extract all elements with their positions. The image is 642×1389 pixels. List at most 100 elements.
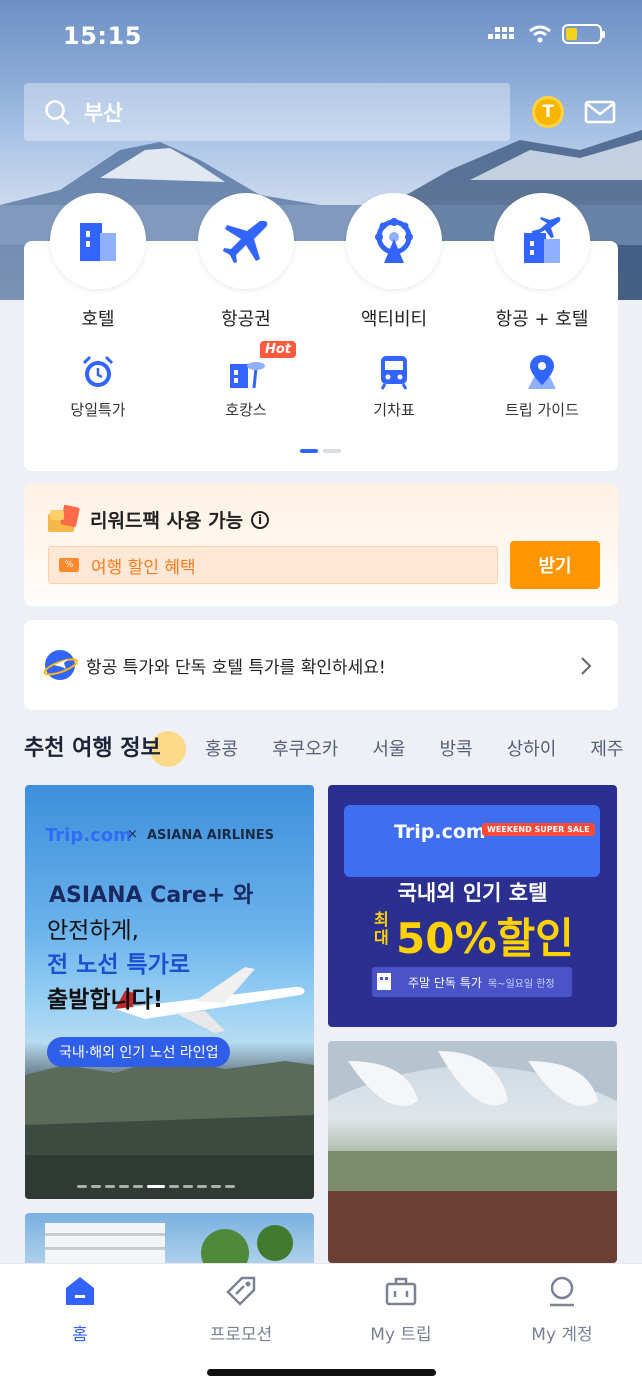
city-tab-seoul[interactable]: 서울	[372, 735, 405, 761]
service-trip-guide[interactable]: 트립 가이드	[472, 353, 612, 420]
asiana-line-3: 전 노선 특가로	[47, 952, 190, 978]
pager-dot	[169, 1185, 179, 1188]
services-card: 호텔 항공권 액티비티 항공 + 호텔 당일특가 Hot 호캉스 기차표 트립 …	[24, 193, 618, 471]
hotel-sale-sub: 주말 단독 특가 목~일요일 한정	[372, 967, 572, 997]
pager-dot	[225, 1185, 235, 1188]
city-tab-hongkong[interactable]: 홍콩	[205, 735, 238, 761]
service-activity[interactable]: 액티비티	[324, 193, 464, 331]
city-tab-bangkok[interactable]: 방콕	[440, 735, 473, 761]
ferris-wheel-icon	[375, 218, 413, 263]
trip-guide-icon-wrap	[472, 353, 612, 391]
tab-my-trip[interactable]: My 트립	[341, 1274, 461, 1345]
reward-benefit-field[interactable]: % 여행 할인 혜택	[48, 546, 498, 584]
alarm-clock-icon	[82, 355, 114, 387]
weekend-sale-badge: WEEKEND SUPER SALE	[482, 823, 595, 836]
dome-interior-image	[328, 1041, 617, 1263]
flight-hotel-icon	[524, 217, 561, 263]
hotel-sale-sub-small: 목~일요일 한정	[487, 978, 555, 990]
coupon-icon: %	[59, 558, 79, 572]
service-activity-circle	[346, 193, 442, 289]
tab-my-trip-icon-wrap	[341, 1274, 461, 1308]
home-icon	[66, 1277, 94, 1305]
page-dot-2	[323, 449, 341, 453]
home-indicator	[207, 1369, 436, 1376]
resort-icon	[230, 362, 265, 389]
city-tab-fukuoka[interactable]: 후쿠오카	[272, 735, 338, 761]
search-bar[interactable]: 부산	[24, 83, 510, 141]
reward-pack-card: 리워드팩 사용 가능 i % 여행 할인 혜택 받기	[24, 484, 618, 606]
service-flight-circle	[198, 193, 294, 289]
dome-attraction-card[interactable]	[328, 1041, 617, 1263]
tab-promotion-label: 프로모션	[209, 1325, 273, 1345]
asiana-line-1: ASIANA Care+ 와	[49, 883, 254, 908]
pager-dot	[211, 1185, 221, 1188]
tab-promotion[interactable]: 프로모션	[181, 1274, 301, 1345]
pager-dot	[133, 1185, 143, 1188]
service-train[interactable]: 기차표	[324, 353, 464, 420]
city-tab-shanghai[interactable]: 상하이	[507, 735, 557, 761]
tab-my-account-icon-wrap	[502, 1274, 622, 1308]
airplane-icon	[223, 221, 268, 263]
trip-coin-icon[interactable]: T	[532, 96, 564, 128]
hot-badge: Hot	[260, 341, 297, 358]
asiana-line-2: 안전하게,	[47, 918, 139, 944]
tab-promotion-icon-wrap	[181, 1274, 301, 1308]
service-train-label: 기차표	[373, 401, 415, 419]
tab-home[interactable]: 홈	[20, 1274, 140, 1345]
train-icon	[380, 356, 408, 390]
pager-dot	[183, 1185, 193, 1188]
banner-pager	[77, 1185, 235, 1188]
asiana-lineup-pill: 국내·해외 인기 노선 라인업	[47, 1037, 231, 1067]
chevron-right-icon	[581, 657, 592, 675]
mail-icon[interactable]	[584, 100, 616, 124]
service-flight[interactable]: 항공권	[176, 193, 316, 331]
service-daily-deal[interactable]: 당일특가	[28, 353, 168, 420]
tag-icon	[226, 1276, 256, 1306]
info-icon[interactable]: i	[251, 510, 270, 529]
user-icon	[550, 1276, 574, 1307]
building-icon	[377, 973, 391, 990]
tab-home-icon-wrap	[20, 1274, 140, 1308]
service-flight-hotel-label: 항공 + 호텔	[495, 309, 589, 330]
daily-deal-icon-wrap	[28, 353, 168, 391]
asiana-card-x: ×	[127, 827, 138, 842]
asiana-promo-card[interactable]: Trip.com × ASIANA AIRLINES ASIANA Care+ …	[25, 785, 314, 1199]
hotel-sale-max: 최대	[374, 910, 389, 947]
status-icons	[488, 24, 605, 44]
city-tab-jeju[interactable]: 제주	[590, 735, 623, 761]
promo-text: 항공 특가와 단독 호텔 특가를 확인하세요!	[86, 657, 386, 678]
tab-my-account[interactable]: My 계정	[502, 1274, 622, 1345]
signal-icon	[488, 27, 514, 39]
map-pin-icon	[528, 355, 556, 389]
claim-button[interactable]: 받기	[510, 541, 600, 589]
service-hocance-label: 호캉스	[225, 401, 267, 419]
hotel-sale-brand: Trip.com	[394, 821, 486, 843]
hotel-icon	[80, 223, 116, 261]
service-flight-hotel-circle	[494, 193, 590, 289]
pager-dot	[197, 1185, 207, 1188]
service-flight-hotel[interactable]: 항공 + 호텔	[472, 193, 612, 331]
service-hocance[interactable]: Hot 호캉스	[176, 341, 316, 420]
pager-dot-active	[147, 1185, 165, 1188]
hocance-icon-wrap: Hot	[176, 341, 316, 391]
pager-dot	[119, 1185, 129, 1188]
hotel-sale-headline: 국내외 인기 호텔	[397, 881, 548, 905]
hotel-sale-card[interactable]: Trip.com WEEKEND SUPER SALE 국내외 인기 호텔 최대…	[328, 785, 617, 1027]
pager-dot	[105, 1185, 115, 1188]
status-time: 15:15	[63, 22, 142, 50]
service-hotel[interactable]: 호텔	[28, 193, 168, 331]
reward-title: 리워드팩 사용 가능	[90, 510, 244, 532]
search-icon	[45, 100, 70, 125]
hotel-sale-sub-text: 주말 단독 특가	[408, 975, 482, 990]
hotel-sale-discount: 50%할인	[396, 914, 574, 963]
service-page-indicator	[300, 449, 341, 453]
tab-my-account-label: My 계정	[531, 1325, 593, 1345]
asiana-line-4: 출발합니다!	[47, 987, 164, 1013]
search-query: 부산	[84, 101, 123, 125]
asiana-card-airline: ASIANA AIRLINES	[147, 828, 274, 843]
service-hotel-circle	[50, 193, 146, 289]
service-activity-label: 액티비티	[360, 309, 428, 330]
page-dot-1	[300, 449, 318, 453]
train-icon-wrap	[324, 353, 464, 391]
promo-banner[interactable]: 항공 특가와 단독 호텔 특가를 확인하세요!	[24, 620, 618, 710]
